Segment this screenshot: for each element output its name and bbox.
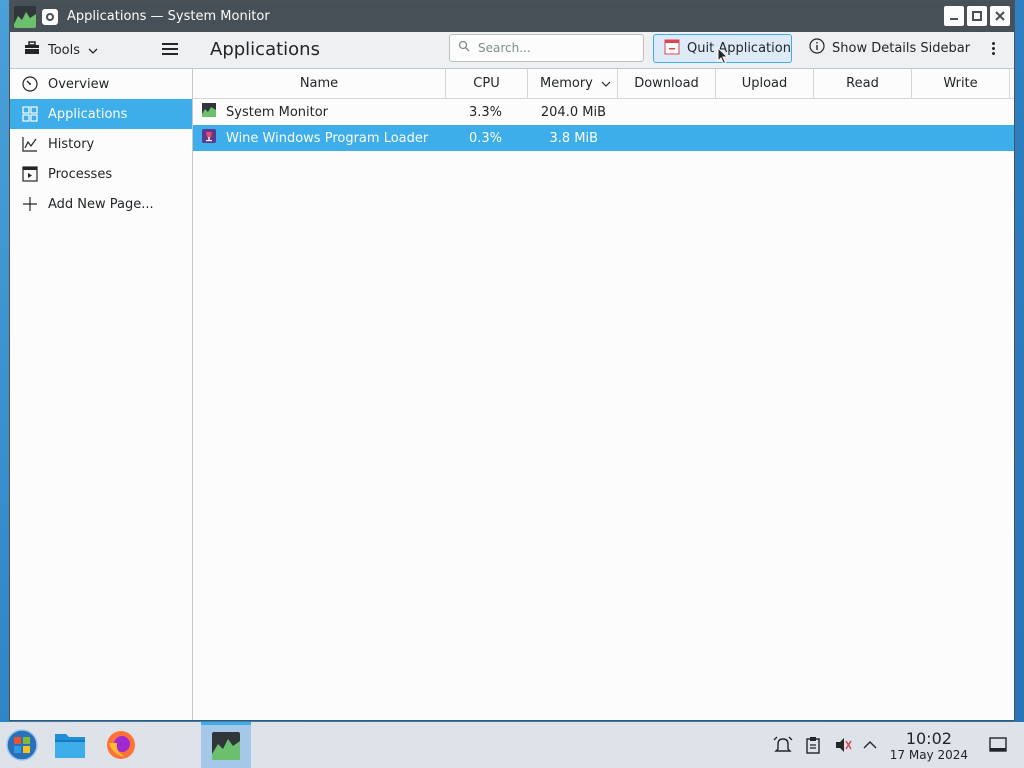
start-menu-icon[interactable] xyxy=(5,728,39,762)
sidebar-item-history[interactable]: History xyxy=(10,129,192,159)
show-desktop-icon[interactable] xyxy=(989,737,1007,757)
taskbar-item-system-monitor[interactable] xyxy=(201,722,251,768)
quit-application-label: Quit Application xyxy=(687,41,791,56)
notifications-icon[interactable] xyxy=(773,736,793,758)
sidebar-item-label: Overview xyxy=(48,76,110,92)
file-manager-icon[interactable] xyxy=(54,730,88,764)
firefox-icon[interactable] xyxy=(105,729,139,763)
column-header-memory[interactable]: Memory xyxy=(528,69,618,98)
clock-time: 10:02 xyxy=(905,729,952,748)
applications-table: Name CPU Memory Download Upload Read Wri… xyxy=(193,69,1014,720)
tools-label: Tools xyxy=(48,42,81,58)
terminal-window-icon xyxy=(22,166,38,182)
more-options-icon[interactable] xyxy=(992,42,996,57)
column-header-memory-label: Memory xyxy=(540,76,593,91)
column-header-download[interactable]: Download xyxy=(618,69,716,98)
app-name: System Monitor xyxy=(226,104,329,120)
column-header-name[interactable]: Name xyxy=(193,69,446,98)
clipboard-icon[interactable] xyxy=(805,736,821,758)
show-details-sidebar-button[interactable]: Show Details Sidebar xyxy=(809,38,970,58)
volume-muted-icon[interactable] xyxy=(834,736,852,758)
table-row[interactable]: System Monitor 3.3% 204.0 MiB xyxy=(193,99,1014,125)
cpu-value: 0.3% xyxy=(468,130,502,146)
table-header: Name CPU Memory Download Upload Read Wri… xyxy=(193,69,1014,99)
column-header-read[interactable]: Read xyxy=(814,69,912,98)
sidebar-item-add-new-page[interactable]: Add New Page... xyxy=(10,189,192,219)
sidebar: Overview Applications History Processes … xyxy=(10,69,193,720)
page-title: Applications xyxy=(210,39,320,60)
sidebar-item-label: Add New Page... xyxy=(48,196,154,212)
app-name: Wine Windows Program Loader xyxy=(226,130,429,146)
system-monitor-icon[interactable] xyxy=(14,5,36,28)
app-window: Applications — System Monitor Tools Appl… xyxy=(9,0,1015,721)
toolbox-icon xyxy=(24,41,40,59)
system-monitor-icon xyxy=(202,103,216,121)
window-title: Applications — System Monitor xyxy=(67,9,270,24)
search-field[interactable] xyxy=(449,34,644,62)
close-button[interactable] xyxy=(990,6,1010,26)
taskbar: 10:02 17 May 2024 xyxy=(0,722,1024,768)
column-header-write[interactable]: Write xyxy=(912,69,1010,98)
chevron-down-icon xyxy=(88,43,98,58)
show-details-label: Show Details Sidebar xyxy=(832,40,971,56)
sort-descending-icon xyxy=(601,76,611,91)
quit-application-icon xyxy=(664,39,680,59)
speedometer-icon xyxy=(22,76,38,92)
column-header-upload[interactable]: Upload xyxy=(716,69,814,98)
toolbar: Tools Applications Quit Application Show… xyxy=(10,32,1014,69)
chevron-up-icon[interactable] xyxy=(863,739,877,754)
clock[interactable]: 10:02 17 May 2024 xyxy=(889,729,968,763)
grid-icon xyxy=(22,106,38,122)
sidebar-item-label: History xyxy=(48,136,95,152)
hamburger-menu-icon[interactable] xyxy=(162,43,178,58)
plus-icon xyxy=(22,196,38,212)
clock-date: 17 May 2024 xyxy=(889,748,968,762)
search-icon xyxy=(458,40,470,56)
sidebar-item-label: Processes xyxy=(48,166,113,182)
cpu-value: 3.3% xyxy=(468,104,502,120)
table-row-selected[interactable]: Wine Windows Program Loader 0.3% 3.8 MiB xyxy=(193,125,1014,151)
column-header-cpu[interactable]: CPU xyxy=(446,69,528,98)
info-icon xyxy=(809,38,825,58)
sidebar-item-applications[interactable]: Applications xyxy=(10,99,192,129)
tools-menu-button[interactable]: Tools xyxy=(24,39,98,61)
search-input[interactable] xyxy=(476,40,630,56)
mouse-cursor-icon xyxy=(717,46,729,69)
memory-value: 204.0 MiB xyxy=(540,104,606,120)
title-bar[interactable]: Applications — System Monitor xyxy=(10,1,1014,32)
sidebar-item-processes[interactable]: Processes xyxy=(10,159,192,189)
wine-icon xyxy=(202,129,216,147)
sidebar-item-overview[interactable]: Overview xyxy=(10,69,192,99)
sidebar-item-label: Applications xyxy=(48,106,128,122)
maximize-button[interactable] xyxy=(967,6,987,26)
pin-icon[interactable] xyxy=(42,8,58,25)
chart-line-icon xyxy=(22,136,38,152)
system-monitor-icon xyxy=(212,732,240,764)
memory-value: 3.8 MiB xyxy=(549,130,598,146)
minimize-button[interactable] xyxy=(944,6,964,26)
